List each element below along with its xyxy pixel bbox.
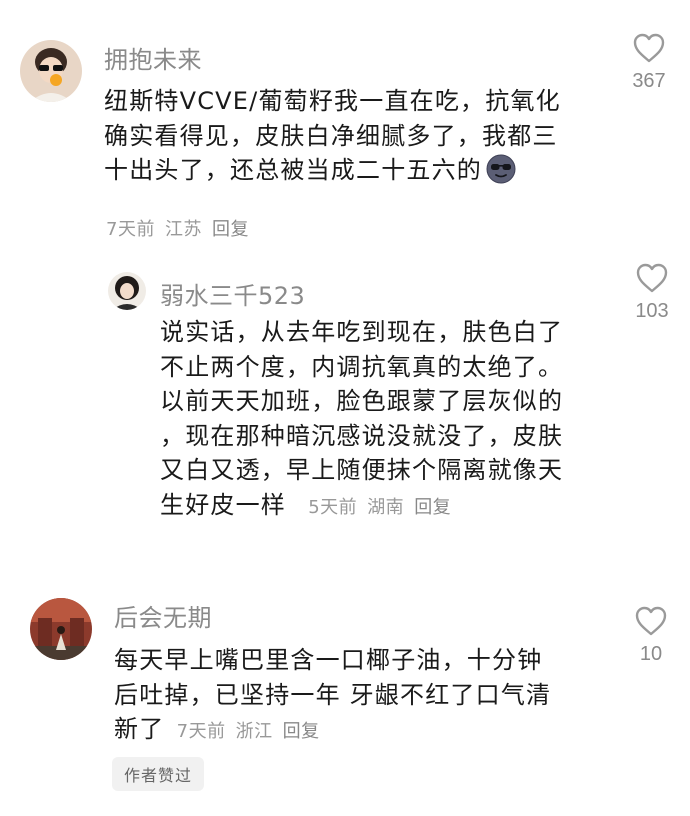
avatar[interactable] (30, 598, 92, 660)
comment-meta: 5天前 湖南 回复 (302, 497, 461, 518)
avatar[interactable] (108, 272, 146, 310)
timestamp: 5天前 (308, 496, 358, 518)
like-button[interactable]: 10 (616, 605, 686, 666)
username[interactable]: 弱水三千523 (160, 276, 305, 311)
like-count: 103 (635, 300, 669, 322)
like-button[interactable]: 367 (614, 32, 684, 93)
comment-line: 十出头了，还总被当成二十五六的 (104, 153, 594, 188)
comment-line: 每天早上嘴巴里含一口椰子油，十分钟 (114, 646, 543, 674)
comment-line-text: 新了 (114, 715, 165, 743)
comment-line-text: 生好皮一样 (160, 490, 286, 519)
heart-outline-icon (633, 33, 665, 63)
comment-line: 确实看得见，皮肤白净细腻多了，我都三 (104, 121, 558, 150)
heart-outline-icon (635, 606, 667, 636)
comment-text: 纽斯特VCVE/葡萄籽我一直在吃，抗氧化 确实看得见，皮肤白净细腻多了，我都三 … (104, 84, 594, 188)
author-liked-badge: 作者赞过 (112, 757, 205, 791)
comment-line: ，现在那种暗沉感说没就没了，皮肤 (160, 421, 564, 450)
timestamp: 7天前 (106, 219, 155, 240)
comment-line: 纽斯特VCVE/葡萄籽我一直在吃，抗氧化 (104, 87, 561, 115)
comment-meta: 7天前 浙江 回复 (170, 721, 329, 742)
comment-line: 生好皮一样 5天前 湖南 回复 (160, 488, 600, 526)
avatar[interactable] (20, 40, 82, 102)
heart-outline-icon (636, 263, 668, 293)
comment-line: 不止两个度，内调抗氧真的太绝了。 (160, 352, 564, 381)
like-count: 10 (639, 643, 663, 665)
sunglasses-face-emoji-icon (486, 154, 516, 184)
comment-line: 以前天天加班，脸色跟蒙了层灰似的 (160, 387, 564, 415)
username[interactable]: 后会无期 (114, 598, 212, 633)
comment-meta: 7天前 江苏 回复 (106, 215, 259, 241)
like-button[interactable]: 103 (617, 262, 687, 323)
location: 浙江 (235, 721, 273, 742)
location: 湖南 (367, 496, 405, 518)
comment-line-text: 十出头了，还总被当成二十五六的 (104, 156, 482, 184)
reply-button[interactable]: 回复 (212, 219, 249, 240)
comment-text: 说实话，从去年吃到现在，肤色白了 不止两个度，内调抗氧真的太绝了。 以前天天加班… (160, 315, 600, 525)
comment-line: 后吐掉，已坚持一年 牙龈不红了口气清 (114, 680, 552, 709)
username[interactable]: 拥抱未来 (104, 40, 202, 75)
comment-line: 又白又透，早上随便抹个隔离就像天 (160, 456, 564, 484)
timestamp: 7天前 (176, 721, 226, 742)
comment-text: 每天早上嘴巴里含一口椰子油，十分钟 后吐掉，已坚持一年 牙龈不红了口气清 新了 … (114, 643, 604, 750)
reply-button[interactable]: 回复 (414, 497, 451, 518)
location: 江苏 (164, 219, 202, 240)
comment-line: 说实话，从去年吃到现在，肤色白了 (160, 318, 564, 346)
like-count: 367 (632, 70, 666, 92)
comment-line: 新了 7天前 浙江 回复 (114, 712, 604, 750)
reply-button[interactable]: 回复 (283, 721, 320, 742)
